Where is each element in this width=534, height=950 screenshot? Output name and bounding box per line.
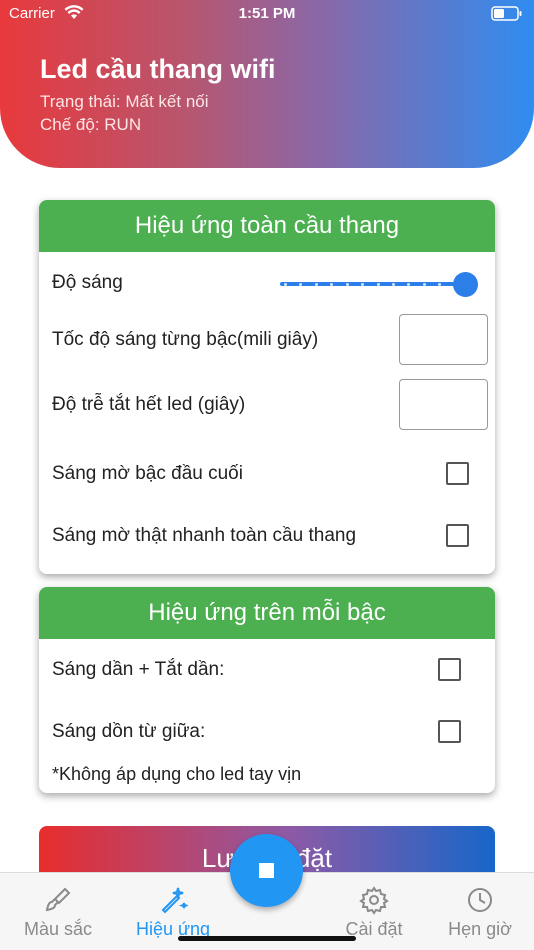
slider-tick — [330, 282, 334, 286]
slider-tick — [376, 282, 380, 286]
nav-item-colors[interactable]: Màu sắc — [18, 873, 98, 950]
off-delay-label: Độ trễ tắt hết led (giây) — [52, 394, 246, 415]
fast-dim-label: Sáng mờ thật nhanh toàn cầu thang — [52, 525, 357, 546]
nav-item-timer[interactable]: Hẹn giờ — [440, 873, 520, 950]
slider-tick — [345, 282, 349, 286]
card-title: Hiệu ứng toàn cầu thang — [39, 200, 495, 252]
mode-status: Chế độ: RUN — [40, 115, 142, 134]
app-header: Carrier 1:51 PM Led cầu thang wifi Trạng… — [0, 0, 534, 168]
off-delay-input[interactable] — [399, 379, 488, 430]
slider-tick — [314, 282, 318, 286]
clock-time: 1:51 PM — [238, 5, 296, 22]
stop-icon — [259, 863, 274, 878]
stop-fab-button[interactable] — [230, 834, 303, 907]
nav-label: Hẹn giờ — [448, 919, 512, 939]
brightness-label: Độ sáng — [52, 272, 123, 293]
step-speed-input[interactable] — [399, 314, 488, 365]
magic-wand-icon — [158, 885, 190, 915]
step-effects-card: Hiệu ứng trên mỗi bậc — [39, 587, 495, 793]
fade-checkbox[interactable] — [438, 658, 461, 681]
slider-tick — [438, 282, 442, 286]
slider-tick — [407, 282, 411, 286]
slider-tick — [299, 282, 303, 286]
center-label: Sáng dồn từ giữa: — [52, 721, 206, 742]
card-title: Hiệu ứng trên mỗi bậc — [39, 587, 495, 639]
app-screen: Carrier 1:51 PM Led cầu thang wifi Trạng… — [0, 0, 534, 950]
status-bar: Carrier 1:51 PM — [0, 0, 534, 28]
step-speed-label: Tốc độ sáng từng bậc(mili giây) — [52, 329, 319, 350]
slider-tick — [391, 282, 395, 286]
dim-ends-checkbox[interactable] — [446, 462, 469, 485]
fast-dim-checkbox[interactable] — [446, 524, 469, 547]
battery-icon — [491, 6, 523, 26]
brush-icon — [43, 885, 73, 915]
page-title: Led cầu thang wifi — [40, 54, 276, 84]
fade-label: Sáng dần + Tắt dần: — [52, 659, 225, 680]
slider-tick — [422, 282, 426, 286]
brightness-slider[interactable] — [280, 282, 465, 286]
center-checkbox[interactable] — [438, 720, 461, 743]
gear-icon — [359, 885, 389, 915]
slider-tick — [361, 282, 365, 286]
brightness-slider-thumb[interactable] — [453, 272, 478, 297]
slider-tick — [284, 282, 287, 286]
home-indicator — [178, 936, 356, 941]
clock-icon — [465, 885, 495, 915]
nav-label: Màu sắc — [23, 919, 93, 939]
connection-status: Trạng thái: Mất kết nối — [40, 92, 209, 111]
dim-ends-label: Sáng mờ bậc đầu cuối — [52, 463, 243, 484]
note-text: *Không áp dụng cho led tay vịn — [52, 764, 302, 784]
